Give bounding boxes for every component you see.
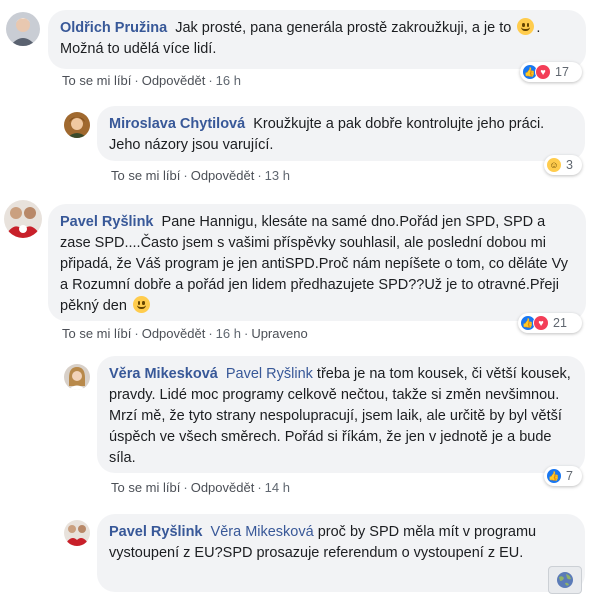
reply-link[interactable]: Odpovědět	[191, 168, 255, 183]
globe-button[interactable]	[548, 566, 582, 594]
mention-link[interactable]: Pavel Ryšlink	[226, 366, 313, 382]
comment-bubble: Pavel Ryšlink Věra Mikesková proč by SPD…	[97, 514, 585, 592]
comment-text: Jak prosté, pana generála prostě zakrouž…	[175, 20, 512, 36]
reaction-summary[interactable]: 👍 ♥ 21	[518, 313, 582, 333]
reaction-summary[interactable]: 👍 7	[544, 466, 582, 486]
comment-bubble: Věra Mikesková Pavel Ryšlink třeba je na…	[97, 356, 585, 473]
comment-author[interactable]: Miroslava Chytilová	[109, 116, 245, 132]
avatar[interactable]	[64, 112, 90, 138]
love-icon: ♥	[533, 315, 549, 331]
reaction-count: 3	[566, 158, 573, 172]
avatar[interactable]	[64, 364, 90, 390]
like-link[interactable]: To se mi líbí	[111, 480, 180, 495]
like-link[interactable]: To se mi líbí	[62, 73, 131, 88]
avatar[interactable]	[4, 200, 42, 238]
reply-link[interactable]: Odpovědět	[191, 480, 255, 495]
reaction-summary[interactable]: ☺ 3	[544, 155, 582, 175]
like-link[interactable]: To se mi líbí	[111, 168, 180, 183]
comment-author[interactable]: Pavel Ryšlink	[60, 214, 154, 230]
avatar[interactable]	[6, 12, 40, 46]
mention-link[interactable]: Věra Mikesková	[211, 524, 314, 540]
comment-actions: To se mi líbí · Odpovědět · 16 h · Upraveno	[62, 326, 308, 341]
comment-actions: To se mi líbí · Odpovědět · 14 h	[111, 480, 290, 495]
comment-author[interactable]: Pavel Ryšlink	[109, 524, 203, 540]
timestamp[interactable]: 16 h	[216, 73, 241, 88]
haha-icon: ☺	[546, 157, 562, 173]
love-icon: ♥	[535, 64, 551, 80]
timestamp[interactable]: 16 h	[216, 326, 241, 341]
comment-author[interactable]: Oldřich Pružina	[60, 20, 167, 36]
comment-actions: To se mi líbí · Odpovědět · 16 h	[62, 73, 241, 88]
timestamp[interactable]: 13 h	[265, 168, 290, 183]
comment-bubble: Miroslava Chytilová Kroužkujte a pak dob…	[97, 106, 585, 161]
like-icon: 👍	[546, 468, 562, 484]
reaction-count: 21	[553, 316, 567, 330]
timestamp[interactable]: 14 h	[265, 480, 290, 495]
reaction-summary[interactable]: 👍 ♥ 17	[520, 62, 582, 82]
comment-author[interactable]: Věra Mikesková	[109, 366, 218, 382]
reply-link[interactable]: Odpovědět	[142, 73, 206, 88]
wink-emoji-icon	[132, 296, 150, 313]
reaction-count: 7	[566, 469, 573, 483]
reaction-count: 17	[555, 65, 569, 79]
comment-bubble: Pavel Ryšlink Pane Hannigu, klesáte na s…	[48, 204, 586, 321]
comment-bubble: Oldřich Pružina Jak prosté, pana generál…	[48, 10, 586, 69]
smile-emoji-icon	[517, 18, 535, 35]
reply-link[interactable]: Odpovědět	[142, 326, 206, 341]
avatar[interactable]	[64, 520, 90, 546]
edited-link[interactable]: Upraveno	[251, 326, 307, 341]
globe-icon	[557, 572, 573, 588]
like-link[interactable]: To se mi líbí	[62, 326, 131, 341]
comment-actions: To se mi líbí · Odpovědět · 13 h	[111, 168, 290, 183]
